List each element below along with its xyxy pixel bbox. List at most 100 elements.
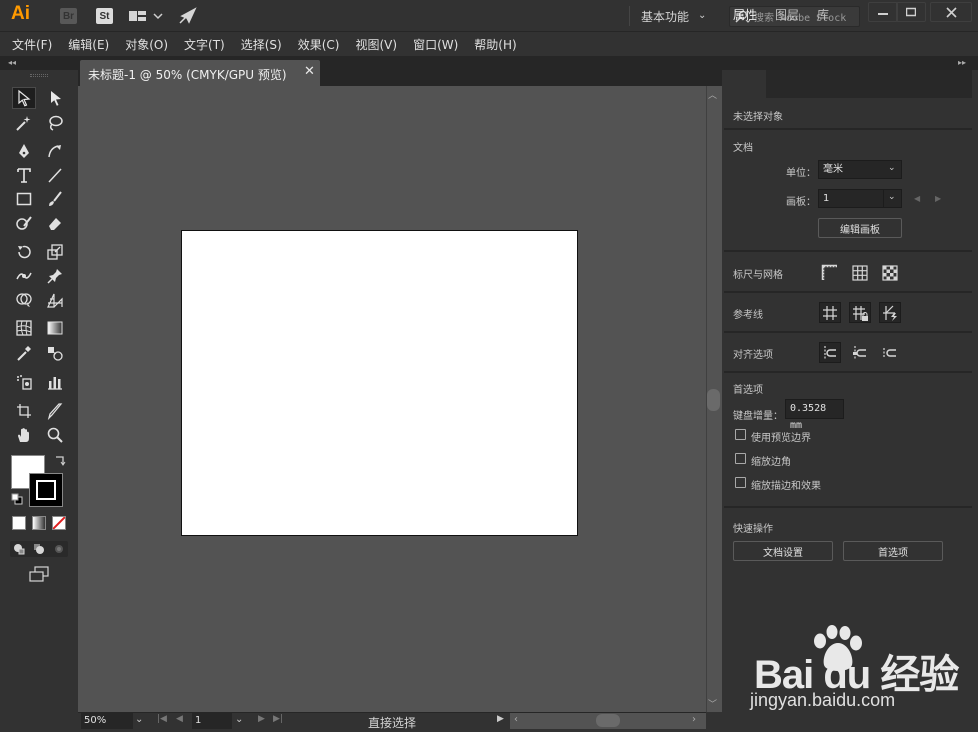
minimize-button[interactable]: [868, 2, 898, 22]
use-preview-bounds-checkbox[interactable]: [735, 429, 746, 440]
show-transparency-grid-button[interactable]: [879, 262, 901, 283]
eraser-tool[interactable]: [43, 212, 67, 234]
menu-object[interactable]: 对象(O): [125, 36, 168, 53]
menu-window[interactable]: 窗口(W): [413, 36, 458, 53]
magic-wand-tool[interactable]: [12, 112, 36, 134]
arrange-documents-button[interactable]: [128, 9, 166, 23]
chevron-down-icon[interactable]: ⌄: [235, 714, 243, 725]
line-segment-tool[interactable]: [43, 164, 67, 186]
toolbar-grip[interactable]: [30, 74, 48, 77]
scroll-up-icon[interactable]: ︿: [708, 88, 717, 101]
document-tab[interactable]: 未标题-1 @ 50% (CMYK/GPU 预览) ✕: [80, 60, 320, 86]
next-artboard-icon[interactable]: ▶: [258, 714, 265, 724]
tab-libraries[interactable]: 库: [817, 6, 829, 23]
paintbrush-tool[interactable]: [43, 188, 67, 210]
snap-to-point-button[interactable]: [849, 342, 871, 363]
menu-type[interactable]: 文字(T): [184, 36, 225, 53]
mesh-tool[interactable]: [12, 317, 36, 339]
stock-button[interactable]: St: [96, 8, 113, 24]
status-menu-icon[interactable]: ▶: [497, 714, 504, 724]
zoom-tool[interactable]: [43, 424, 67, 446]
collapse-toolbar-icon[interactable]: ◂◂: [8, 58, 16, 67]
collapse-panel-icon[interactable]: ▸▸: [958, 58, 966, 67]
previous-artboard-icon[interactable]: ◀: [914, 194, 920, 203]
blend-tool[interactable]: [43, 342, 67, 364]
tab-properties[interactable]: 属性: [733, 6, 757, 23]
workspace-switcher[interactable]: 基本功能: [641, 8, 689, 25]
scale-corners-checkbox[interactable]: [735, 453, 746, 464]
menu-view[interactable]: 视图(V): [355, 36, 397, 53]
selection-tool[interactable]: [12, 87, 36, 109]
chevron-down-icon[interactable]: ⌄: [135, 714, 143, 725]
direct-selection-tool[interactable]: [43, 87, 67, 109]
lasso-tool[interactable]: [43, 112, 67, 134]
curvature-tool[interactable]: [43, 140, 67, 162]
smart-guides-button[interactable]: [879, 302, 901, 323]
menu-help[interactable]: 帮助(H): [474, 36, 516, 53]
last-artboard-icon[interactable]: ▶|: [273, 714, 283, 724]
chevron-down-icon[interactable]: ⌄: [698, 10, 706, 21]
current-tool-status[interactable]: 直接选择: [368, 714, 416, 731]
edit-artboards-button[interactable]: 编辑画板: [818, 218, 902, 238]
first-artboard-icon[interactable]: |◀: [157, 714, 167, 724]
artboard-tool[interactable]: [12, 400, 36, 422]
eyedropper-tool[interactable]: [12, 342, 36, 364]
default-fill-stroke-icon[interactable]: [11, 493, 23, 505]
bridge-button[interactable]: Br: [60, 8, 77, 24]
lock-guides-button[interactable]: [849, 302, 871, 323]
preferences-button[interactable]: 首选项: [843, 541, 943, 561]
gradient-mode-icon[interactable]: [32, 516, 46, 530]
artboard[interactable]: [181, 230, 578, 536]
artboard-number-field[interactable]: 1: [192, 713, 232, 729]
scroll-down-icon[interactable]: ﹀: [708, 697, 717, 710]
puppet-warp-tool[interactable]: [43, 265, 67, 287]
tab-layers[interactable]: 图层: [775, 6, 799, 23]
keyboard-increment-field[interactable]: 0.3528 mm: [785, 399, 844, 431]
show-grid-button[interactable]: [849, 262, 871, 283]
width-tool[interactable]: [12, 265, 36, 287]
close-document-icon[interactable]: ✕: [304, 64, 315, 79]
slice-tool[interactable]: [43, 400, 67, 422]
menu-file[interactable]: 文件(F): [12, 36, 52, 53]
perspective-grid-tool[interactable]: [43, 289, 67, 311]
horizontal-scroll-thumb[interactable]: [596, 714, 620, 727]
color-mode-icon[interactable]: [12, 516, 26, 530]
menu-select[interactable]: 选择(S): [241, 36, 282, 53]
chevron-down-icon[interactable]: ⌄: [888, 192, 896, 202]
align-to-pixel-grid-button[interactable]: [819, 342, 841, 363]
scale-tool[interactable]: [43, 241, 67, 263]
shaper-tool[interactable]: [12, 212, 36, 234]
screen-mode-icon[interactable]: [28, 565, 50, 583]
show-guides-button[interactable]: [819, 302, 841, 323]
publish-rocket-icon[interactable]: [178, 7, 198, 25]
hand-tool[interactable]: [12, 424, 36, 446]
previous-artboard-icon[interactable]: ◀: [176, 714, 183, 724]
panel-header[interactable]: [722, 56, 978, 70]
type-tool[interactable]: [12, 164, 36, 186]
menu-effect[interactable]: 效果(C): [298, 36, 340, 53]
pen-tool[interactable]: [12, 140, 36, 162]
maximize-button[interactable]: [896, 2, 926, 22]
rectangle-tool[interactable]: [12, 188, 36, 210]
draw-inside-icon[interactable]: [53, 543, 65, 555]
artboard-field[interactable]: 1: [818, 189, 884, 208]
vertical-scroll-thumb[interactable]: [707, 389, 720, 411]
symbol-sprayer-tool[interactable]: [12, 371, 36, 393]
scroll-right-icon[interactable]: ›: [692, 714, 696, 725]
scroll-left-icon[interactable]: ‹: [514, 714, 518, 725]
document-setup-button[interactable]: 文档设置: [733, 541, 833, 561]
show-rulers-button[interactable]: [819, 262, 841, 283]
zoom-level-field[interactable]: 50%: [81, 713, 133, 729]
column-graph-tool[interactable]: [43, 371, 67, 393]
snap-to-glyph-button[interactable]: [879, 342, 901, 363]
gradient-tool[interactable]: [43, 317, 67, 339]
menu-edit[interactable]: 编辑(E): [68, 36, 109, 53]
draw-behind-icon[interactable]: [33, 543, 45, 555]
scale-strokes-effects-checkbox[interactable]: [735, 477, 746, 488]
shape-builder-tool[interactable]: [12, 289, 36, 311]
draw-normal-icon[interactable]: [13, 543, 25, 555]
rotate-tool[interactable]: [12, 241, 36, 263]
swap-fill-stroke-icon[interactable]: [53, 454, 67, 468]
none-mode-icon[interactable]: [52, 516, 66, 530]
next-artboard-icon[interactable]: ▶: [935, 194, 941, 203]
